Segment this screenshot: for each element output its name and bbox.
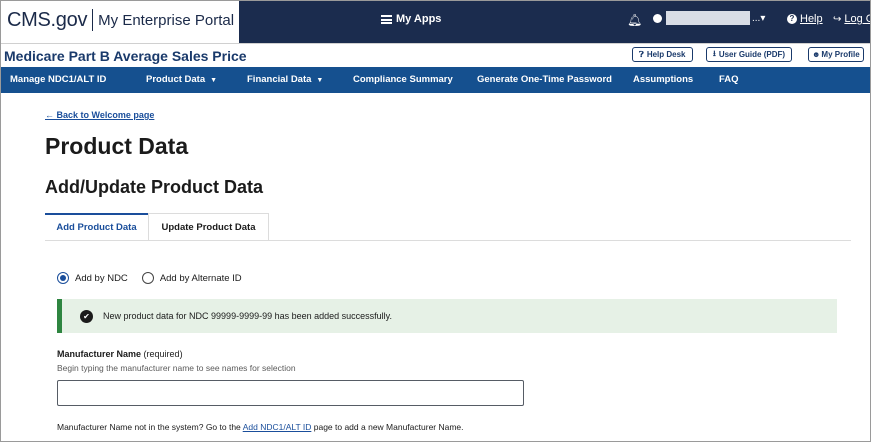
- question-circle-icon: ❓︎: [639, 49, 644, 59]
- manufacturer-note: Manufacturer Name not in the system? Go …: [57, 422, 464, 432]
- my-profile-button[interactable]: ☻ My Profile: [808, 47, 864, 62]
- page-title: Product Data: [45, 133, 189, 159]
- tab-add-product-data[interactable]: Add Product Data: [45, 213, 148, 240]
- nav-label: Generate One-Time Password: [477, 74, 612, 85]
- add-ndc-alt-id-link[interactable]: Add NDC1/ALT ID: [243, 422, 312, 432]
- help-link[interactable]: ? Help: [787, 13, 823, 25]
- user-menu[interactable]: ...▾: [653, 11, 765, 25]
- caret-down-icon: ▼: [210, 77, 218, 84]
- question-circle-icon: ?: [787, 14, 797, 24]
- my-apps-label: My Apps: [396, 13, 442, 25]
- my-profile-label: My Profile: [821, 50, 860, 59]
- app-title-bar: Medicare Part B Average Sales Price ❓︎ H…: [1, 43, 870, 68]
- logo-divider: [92, 9, 94, 31]
- nav-label: Product Data: [146, 74, 206, 85]
- tabs-divider: [45, 240, 851, 241]
- main-nav: Manage NDC1/ALT ID Product Data ▼ Financi…: [1, 67, 870, 93]
- help-label: Help: [800, 13, 823, 25]
- manufacturer-name-input[interactable]: [57, 380, 524, 406]
- user-menu-caret: ...▾: [752, 12, 766, 24]
- bell-icon[interactable]: 🔔︎: [627, 13, 642, 27]
- top-bar: CMS.gov My Enterprise Portal My Apps 🔔︎ …: [1, 1, 870, 43]
- logout-icon: ↪: [833, 13, 842, 25]
- alert-message: New product data for NDC 99999-9999-99 h…: [103, 311, 393, 321]
- logo-sub-text: My Enterprise Portal: [98, 11, 235, 29]
- nav-label: Assumptions: [633, 74, 694, 85]
- nav-label: Compliance Summary: [353, 74, 453, 85]
- success-alert: ✔ New product data for NDC 99999-9999-99…: [57, 299, 837, 333]
- user-icon: ☻: [812, 50, 821, 59]
- my-apps-button[interactable]: My Apps: [381, 13, 441, 25]
- top-dark-bar: My Apps 🔔︎ ...▾ ? Help ↪ Log O: [239, 1, 870, 43]
- note-text-after: page to add a new Manufacturer Name.: [313, 422, 464, 432]
- nav-label: Financial Data: [247, 74, 312, 85]
- download-icon: ⭳: [713, 48, 716, 58]
- field-label-text: Manufacturer Name: [57, 349, 142, 359]
- app-title: Medicare Part B Average Sales Price: [4, 48, 247, 64]
- tab-label: Add Product Data: [56, 222, 137, 233]
- user-name-redacted: [666, 11, 750, 25]
- help-desk-label: Help Desk: [646, 50, 686, 59]
- manufacturer-name-label: Manufacturer Name (required): [57, 349, 183, 359]
- section-title: Add/Update Product Data: [45, 177, 264, 197]
- cms-logo[interactable]: CMS.gov My Enterprise Portal: [7, 5, 234, 35]
- logout-label: Log O: [844, 13, 870, 25]
- user-guide-label: User Guide (PDF): [718, 50, 786, 59]
- tab-label: Update Product Data: [161, 221, 256, 233]
- page-frame: CMS.gov My Enterprise Portal My Apps 🔔︎ …: [0, 0, 871, 442]
- caret-down-icon: ▼: [316, 77, 324, 84]
- logo-main-text: CMS.gov: [7, 8, 88, 31]
- add-method-radio-group: Add by NDC Add by Alternate ID: [57, 272, 242, 284]
- radio-label-alternate-id[interactable]: Add by Alternate ID: [160, 273, 242, 284]
- user-avatar-icon: [653, 13, 662, 23]
- tab-update-product-data[interactable]: Update Product Data: [148, 213, 269, 240]
- back-to-welcome-link[interactable]: ← Back to Welcome page: [45, 110, 154, 120]
- user-guide-button[interactable]: ⭳ User Guide (PDF): [706, 47, 793, 62]
- nav-assumptions[interactable]: Assumptions: [633, 74, 693, 85]
- nav-financial-data[interactable]: Financial Data ▼: [247, 74, 323, 85]
- check-circle-icon: ✔: [80, 309, 93, 323]
- nav-manage-ndc[interactable]: Manage NDC1/ALT ID: [10, 74, 106, 85]
- nav-compliance-summary[interactable]: Compliance Summary: [353, 74, 453, 85]
- nav-faq[interactable]: FAQ: [719, 74, 739, 85]
- radio-add-by-alternate-id[interactable]: [141, 272, 154, 284]
- field-required-text: (required): [143, 349, 183, 359]
- radio-label-ndc[interactable]: Add by NDC: [75, 273, 128, 284]
- logout-link[interactable]: ↪ Log O: [833, 13, 870, 25]
- help-desk-button[interactable]: ❓︎ Help Desk: [632, 47, 693, 62]
- nav-generate-otp[interactable]: Generate One-Time Password: [477, 74, 612, 85]
- nav-label: Manage NDC1/ALT ID: [10, 74, 107, 85]
- radio-add-by-ndc[interactable]: [57, 272, 69, 284]
- menu-grid-icon: [381, 14, 392, 24]
- manufacturer-name-hint: Begin typing the manufacturer name to se…: [57, 363, 296, 373]
- note-text-before: Manufacturer Name not in the system? Go …: [57, 422, 241, 432]
- nav-label: FAQ: [719, 74, 739, 85]
- nav-product-data[interactable]: Product Data ▼: [146, 74, 217, 85]
